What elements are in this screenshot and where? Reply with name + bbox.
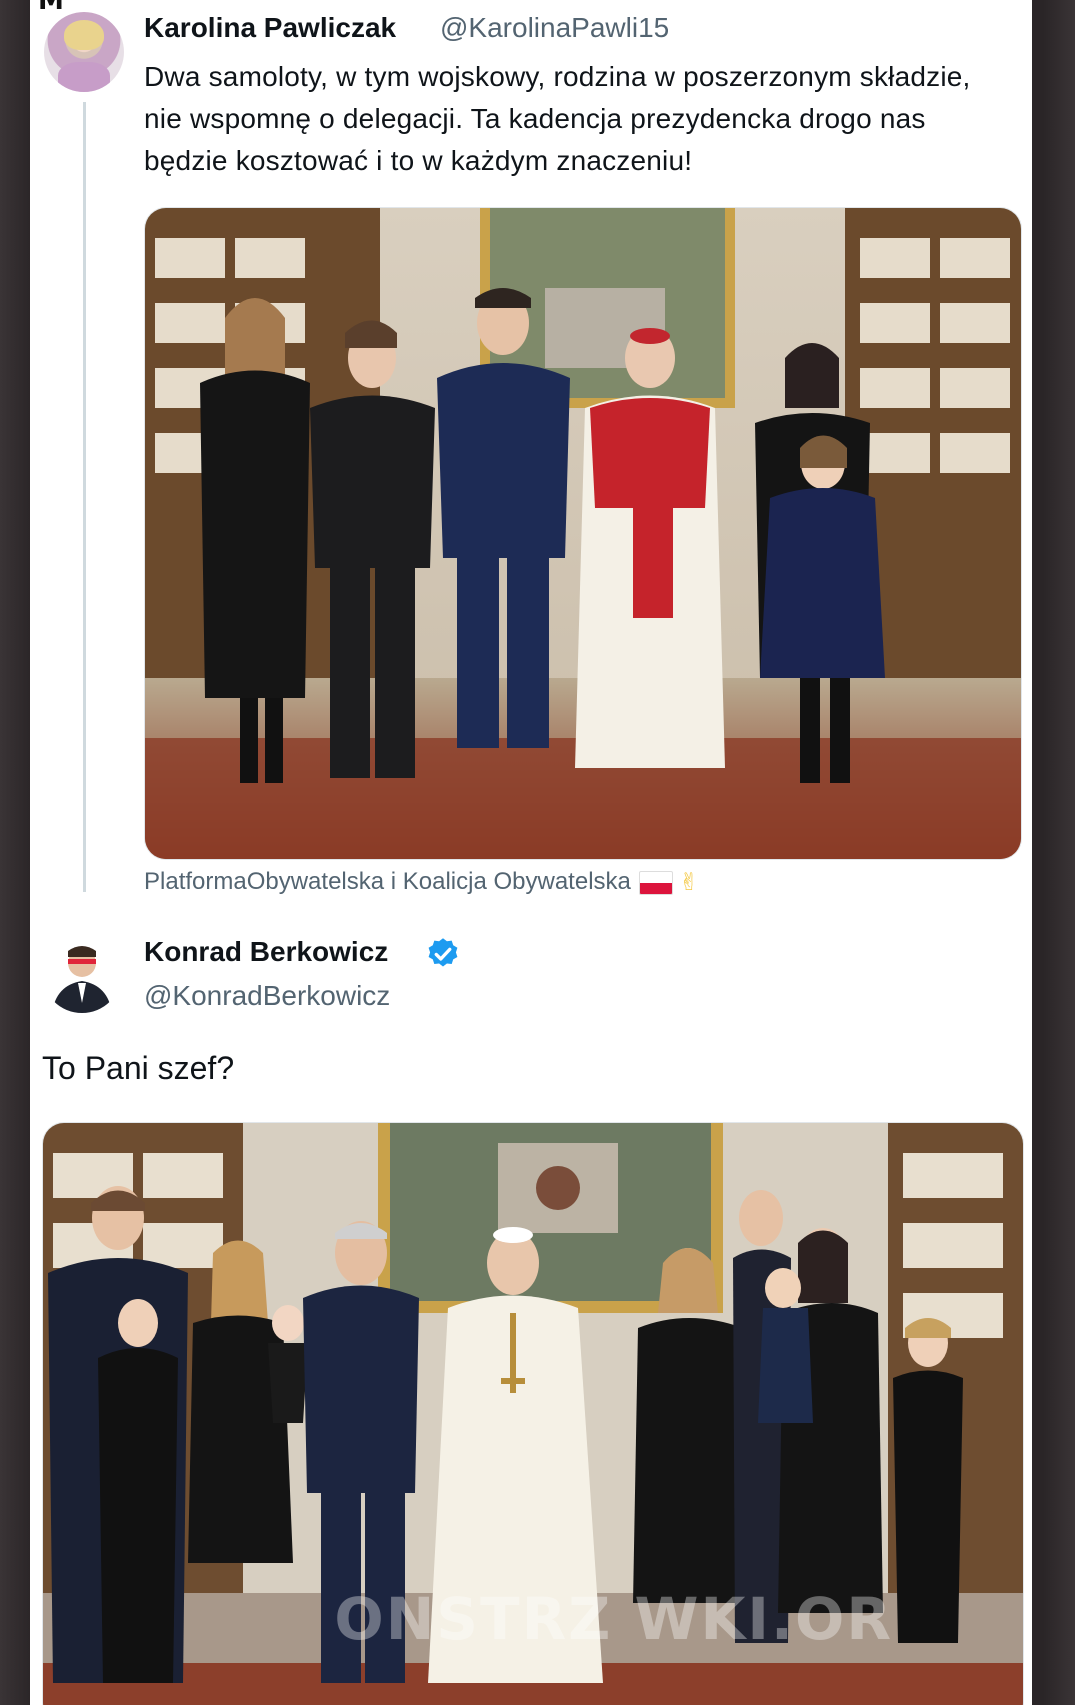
caption-text: PlatformaObywatelska i Koalicja Obywatel… — [144, 868, 631, 895]
tweet-screenshot-card: M Karolina Pawliczak @KarolinaPawli15 Dw… — [30, 0, 1032, 1705]
verified-badge-icon — [428, 938, 458, 967]
photo-watermark: ONSTRZ WKI.OR — [334, 1585, 893, 1653]
photo-papal-audience-1 — [145, 208, 1021, 859]
author-avatar[interactable] — [44, 12, 124, 92]
reply-author-avatar[interactable] — [42, 933, 122, 1013]
thread-line — [83, 102, 86, 892]
tweet-photo[interactable] — [144, 207, 1022, 860]
reply-author-handle[interactable]: @KonradBerkowicz — [144, 980, 390, 1012]
reply-text: To Pani szef? — [42, 1050, 235, 1086]
reply-photo[interactable]: ONSTRZ WKI.OR — [42, 1122, 1024, 1705]
poland-flag-icon — [638, 870, 673, 895]
photo-caption: PlatformaObywatelska i Koalicja Obywatel… — [144, 868, 699, 897]
author-name[interactable]: Karolina Pawliczak — [144, 12, 396, 44]
corner-logo: M — [38, 0, 64, 16]
reply-author-name[interactable]: Konrad Berkowicz — [144, 936, 388, 968]
reply-avatar-image — [52, 946, 112, 1013]
tweet-text: Dwa samoloty, w tym wojskowy, rodzina w … — [144, 61, 971, 176]
victory-hand-icon: ✌ — [678, 869, 699, 897]
author-handle[interactable]: @KarolinaPawli15 — [440, 12, 669, 44]
